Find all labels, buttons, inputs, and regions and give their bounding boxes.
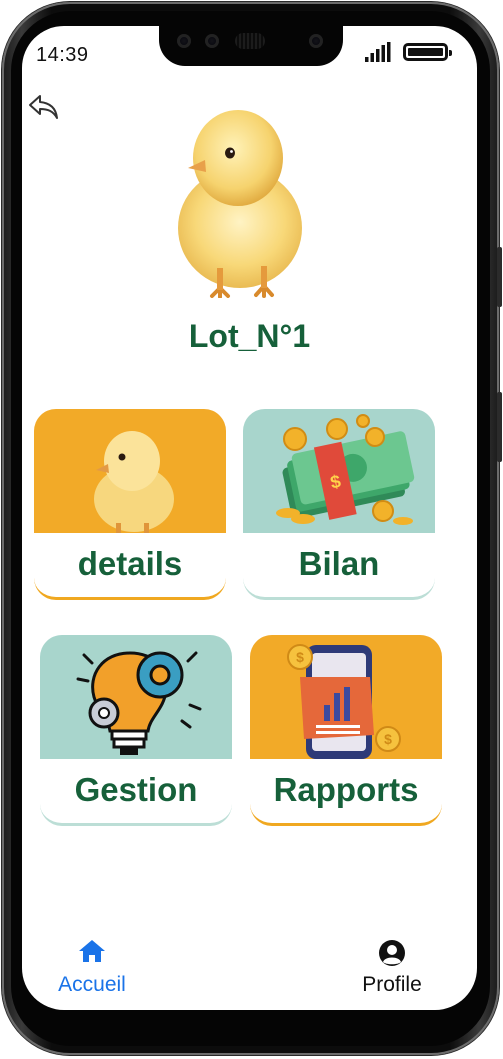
card-rapports-label: Rapports	[250, 759, 442, 826]
card-gestion[interactable]: Gestion	[40, 635, 232, 826]
user-circle-icon	[379, 940, 405, 966]
nav-item-accueil[interactable]: Accueil	[52, 938, 132, 997]
page-title: Lot_N°1	[188, 318, 311, 354]
home-icon	[79, 940, 105, 962]
card-bilan-image: $	[243, 409, 435, 534]
card-rapports[interactable]: $ $ Rapports	[250, 635, 442, 826]
card-details-image	[34, 409, 226, 534]
svg-text:$: $	[384, 731, 392, 747]
chick-image	[94, 431, 174, 534]
sensor-icon	[205, 34, 219, 48]
card-gestion-label: Gestion	[40, 759, 232, 826]
lightbulb-gears-image	[76, 651, 202, 755]
nav-label-profile: Profile	[362, 973, 422, 996]
front-camera-icon	[177, 34, 191, 48]
volume-down-button	[497, 392, 502, 462]
back-arrow-icon[interactable]	[26, 92, 60, 122]
card-details-label: details	[34, 533, 226, 600]
speaker-grille	[235, 33, 265, 49]
bottom-nav: Accueil Profile	[22, 938, 477, 1010]
phone-report-image: $ $	[287, 644, 401, 759]
nav-item-profile[interactable]: Profile	[352, 938, 432, 997]
money-stack-image: $	[276, 414, 415, 525]
card-bilan-label: Bilan	[243, 533, 435, 600]
volume-up-button	[497, 247, 502, 307]
battery-icon	[403, 43, 452, 61]
chick-image	[178, 110, 302, 298]
app-screen: 14:39 Lot_N°1 details $ Bilan Gestion $ …	[22, 26, 477, 1010]
camera-notch	[159, 26, 343, 66]
svg-text:$: $	[296, 649, 304, 665]
signal-icon	[365, 42, 391, 62]
proximity-sensor-icon	[309, 34, 323, 48]
card-rapports-image: $ $	[250, 635, 442, 760]
card-details[interactable]: details	[34, 409, 226, 600]
card-bilan[interactable]: $ Bilan	[243, 409, 435, 600]
nav-label-accueil: Accueil	[58, 973, 126, 996]
status-time: 14:39	[36, 44, 89, 66]
card-gestion-image	[40, 635, 232, 760]
